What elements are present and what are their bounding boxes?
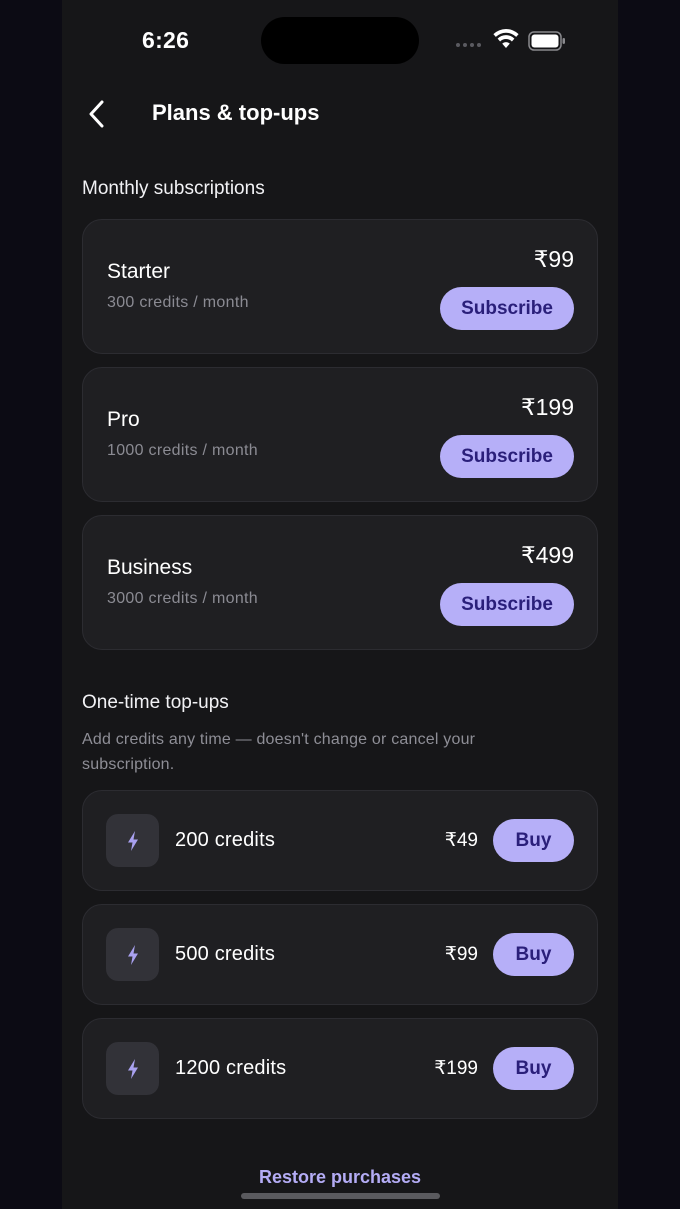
bolt-icon-box xyxy=(106,814,159,867)
bolt-icon-box xyxy=(106,928,159,981)
home-indicator[interactable] xyxy=(241,1193,440,1199)
buy-button-200[interactable]: Buy xyxy=(493,819,574,862)
bolt-icon xyxy=(127,944,138,965)
wifi-icon xyxy=(493,29,519,48)
buy-button-500[interactable]: Buy xyxy=(493,933,574,976)
topup-price: ₹199 xyxy=(434,1058,478,1079)
subscriptions-section-title: Monthly subscriptions xyxy=(82,178,265,199)
topup-price: ₹99 xyxy=(444,944,478,965)
bolt-icon-box xyxy=(106,1042,159,1095)
plan-price: ₹99 xyxy=(533,246,574,272)
plan-price: ₹199 xyxy=(520,394,574,420)
subscribe-button-starter[interactable]: Subscribe xyxy=(440,287,574,330)
cellular-signal-icon xyxy=(456,43,481,47)
plan-credits: 3000 credits / month xyxy=(107,590,258,607)
page-title: Plans & top-ups xyxy=(152,100,320,125)
app-screen: 6:26 Plans & top-ups Monthly subscriptio… xyxy=(62,0,618,1209)
status-time: 6:26 xyxy=(142,27,190,53)
status-bar: 6:26 xyxy=(62,0,618,84)
plan-card-starter: Starter 300 credits / month ₹99 Subscrib… xyxy=(82,219,598,354)
plan-name: Starter xyxy=(107,260,171,283)
restore-purchases-link[interactable]: Restore purchases xyxy=(62,1167,618,1188)
back-arrow-icon[interactable] xyxy=(86,98,110,130)
topup-card-500: 500 credits ₹99 Buy xyxy=(82,904,598,1005)
topup-credits: 200 credits xyxy=(175,829,276,851)
plan-card-pro: Pro 1000 credits / month ₹199 Subscribe xyxy=(82,367,598,502)
battery-icon xyxy=(528,31,565,51)
plan-price: ₹499 xyxy=(520,542,574,568)
topup-price: ₹49 xyxy=(444,830,478,851)
topup-card-200: 200 credits ₹49 Buy xyxy=(82,790,598,891)
topup-credits: 1200 credits xyxy=(175,1057,287,1079)
plan-name: Business xyxy=(107,556,193,579)
topup-credits: 500 credits xyxy=(175,943,276,965)
buy-button-1200[interactable]: Buy xyxy=(493,1047,574,1090)
topups-section-title: One-time top-ups xyxy=(82,692,229,713)
dynamic-island xyxy=(261,17,419,64)
plan-credits: 1000 credits / month xyxy=(107,442,258,459)
bolt-icon xyxy=(127,830,138,851)
subscribe-button-business[interactable]: Subscribe xyxy=(440,583,574,626)
topup-card-1200: 1200 credits ₹199 Buy xyxy=(82,1018,598,1119)
bolt-icon xyxy=(127,1058,138,1079)
plan-credits: 300 credits / month xyxy=(107,294,249,311)
plan-name: Pro xyxy=(107,408,140,431)
plan-card-business: Business 3000 credits / month ₹499 Subsc… xyxy=(82,515,598,650)
subscribe-button-pro[interactable]: Subscribe xyxy=(440,435,574,478)
topups-description: Add credits any time — doesn't change or… xyxy=(82,731,476,773)
